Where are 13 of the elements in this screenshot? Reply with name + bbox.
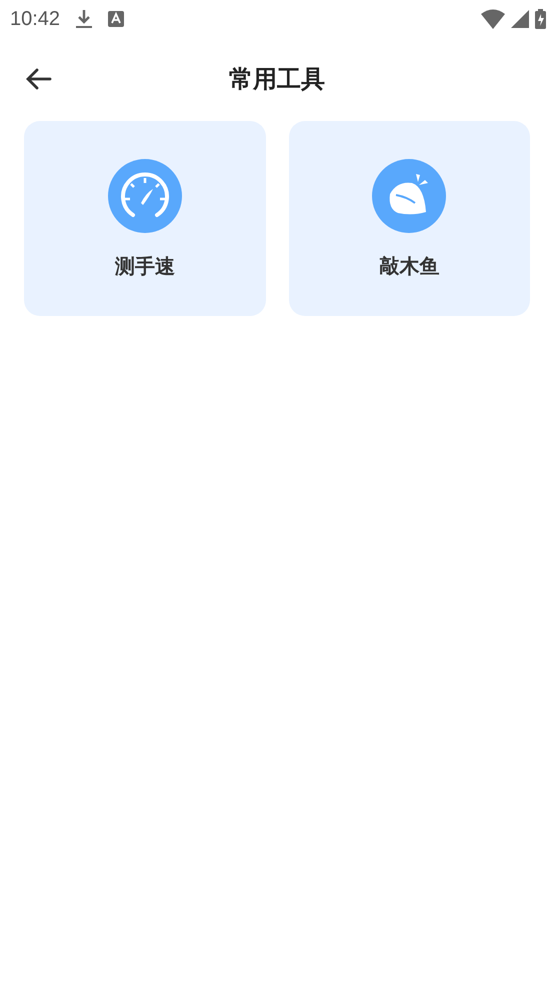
download-icon bbox=[74, 8, 94, 30]
font-icon bbox=[108, 11, 124, 27]
tool-label: 敲木鱼 bbox=[379, 253, 440, 280]
signal-icon bbox=[511, 10, 529, 28]
wifi-icon bbox=[481, 9, 505, 29]
tool-label: 测手速 bbox=[114, 253, 175, 280]
battery-icon bbox=[535, 9, 546, 29]
speedometer-icon bbox=[108, 159, 182, 233]
tool-card[interactable]: 测手速 bbox=[24, 121, 266, 316]
wooden-fish-icon bbox=[372, 159, 446, 233]
status-time: 10:42 bbox=[10, 8, 60, 30]
page-title: 常用工具 bbox=[229, 64, 325, 95]
tool-card[interactable]: 敲木鱼 bbox=[288, 121, 530, 316]
